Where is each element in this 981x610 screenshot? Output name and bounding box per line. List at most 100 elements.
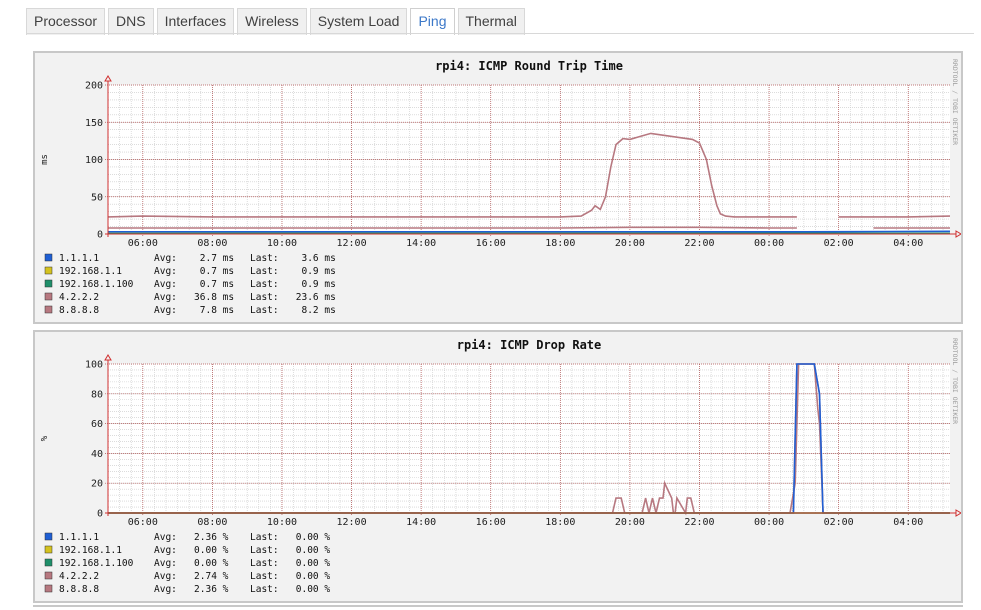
y-tick-label: 0: [97, 509, 103, 520]
rtt-graph: 06:00 08:00 10:00 12:00 14:00 16:00 18:00 20:00…: [33, 51, 963, 324]
plot-area: [108, 364, 950, 513]
x-tick-label: 04:00: [893, 238, 923, 249]
legend-avg: Avg: 2.7 ms: [154, 253, 234, 264]
x-tick-label: 10:00: [267, 517, 297, 528]
legend-last: Last: 0.00 %: [250, 545, 330, 556]
x-tick-label: 06:00: [128, 517, 158, 528]
legend-avg: Avg: 0.7 ms: [154, 279, 234, 290]
x-tick-label: 06:00: [128, 238, 158, 249]
legend-swatch: [44, 279, 53, 288]
rrdtool-watermark: RRDTOOL / TOBI OETIKER: [951, 59, 959, 145]
tab-wireless[interactable]: Wireless: [237, 8, 307, 35]
chart-title: rpi4: ICMP Round Trip Time: [435, 59, 623, 73]
legend-name: 192.168.1.100: [59, 279, 134, 290]
x-tick-label: 16:00: [476, 517, 506, 528]
tab-ping[interactable]: Ping: [410, 8, 455, 35]
x-tick-label: 18:00: [545, 517, 575, 528]
tab-dns[interactable]: DNS: [108, 8, 154, 35]
y-tick-label: 200: [85, 81, 103, 92]
legend-swatch: [44, 305, 53, 314]
legend-swatch: [44, 571, 53, 580]
legend-avg: Avg: 0.00 %: [154, 558, 229, 569]
legend-name: 1.1.1.1: [59, 532, 99, 543]
tab-processor[interactable]: Processor: [26, 8, 106, 35]
x-tick-label: 08:00: [197, 517, 227, 528]
legend-last: Last: 0.00 %: [250, 584, 330, 595]
legend-name: 192.168.1.100: [59, 558, 134, 569]
y-axis-label: %: [40, 435, 50, 441]
legend-last: Last: 0.9 ms: [250, 266, 336, 277]
legend-last: Last: 0.00 %: [250, 558, 330, 569]
legend-last: Last: 8.2 ms: [250, 305, 336, 316]
legend-name: 8.8.8.8: [59, 305, 99, 316]
x-tick-label: 22:00: [684, 517, 714, 528]
x-tick-label: 08:00: [197, 238, 227, 249]
legend-name: 4.2.2.2: [59, 571, 99, 582]
x-tick-label: 00:00: [754, 517, 784, 528]
legend-last: Last: 0.9 ms: [250, 279, 336, 290]
y-tick-label: 20: [91, 479, 103, 490]
legend-avg: Avg: 2.36 %: [154, 532, 229, 543]
y-tick-label: 50: [91, 192, 103, 203]
legend-avg: Avg: 0.00 %: [154, 545, 229, 556]
legend-last: Last: 23.6 ms: [250, 292, 336, 303]
legend-avg: Avg: 2.36 %: [154, 584, 229, 595]
legend-swatch: [44, 532, 53, 541]
x-tick-label: 22:00: [684, 238, 714, 249]
y-tick-label: 0: [97, 230, 103, 241]
legend-name: 192.168.1.1: [59, 266, 122, 277]
x-tick-label: 16:00: [476, 238, 506, 249]
y-axis-label: ms: [40, 154, 50, 165]
tab-system-load[interactable]: System Load: [309, 8, 408, 35]
legend-name: 8.8.8.8: [59, 584, 99, 595]
series-line-1-1-1-1: [108, 230, 951, 233]
x-tick-label: 10:00: [267, 238, 297, 249]
x-tick-label: 04:00: [893, 517, 923, 528]
legend-name: 192.168.1.1: [59, 545, 122, 556]
y-tick-label: 100: [85, 155, 103, 166]
legend-avg: Avg: 7.8 ms: [154, 305, 234, 316]
x-tick-label: 12:00: [336, 517, 366, 528]
tab-thermal[interactable]: Thermal: [457, 8, 525, 35]
x-tick-label: 02:00: [824, 238, 854, 249]
y-tick-label: 80: [91, 389, 103, 400]
x-tick-label: 14:00: [406, 238, 436, 249]
x-axis-arrow: [955, 230, 961, 238]
tab-bar: Processor DNS Interfaces Wireless System…: [26, 8, 525, 35]
x-axis-arrow: [955, 509, 961, 517]
y-axis-arrow: [104, 75, 112, 82]
next-graph-edge: [33, 605, 963, 607]
drop-rate-chart-svg: 06:00 08:00 10:00 12:00 14:00 16:00 18:00 20:00…: [40, 338, 961, 595]
x-tick-label: 00:00: [754, 238, 784, 249]
legend-last: Last: 3.6 ms: [250, 253, 336, 264]
chart-title: rpi4: ICMP Drop Rate: [457, 338, 602, 352]
x-tick-label: 20:00: [615, 238, 645, 249]
x-tick-label: 14:00: [406, 517, 436, 528]
drop-rate-graph: 06:00 08:00 10:00 12:00 14:00 16:00 18:00 20:00…: [33, 330, 963, 603]
legend-swatch: [44, 292, 53, 301]
legend-name: 4.2.2.2: [59, 292, 99, 303]
legend-last: Last: 0.00 %: [250, 532, 330, 543]
y-tick-label: 40: [91, 449, 103, 460]
rrdtool-watermark: RRDTOOL / TOBI OETIKER: [951, 338, 959, 424]
rtt-chart-svg: 06:00 08:00 10:00 12:00 14:00 16:00 18:00 20:00…: [40, 59, 961, 316]
y-tick-label: 60: [91, 419, 103, 430]
legend-name: 1.1.1.1: [59, 253, 99, 264]
legend-avg: Avg: 0.7 ms: [154, 266, 234, 277]
legend-swatch: [44, 545, 53, 554]
y-axis-arrow: [104, 354, 112, 361]
x-tick-label: 02:00: [824, 517, 854, 528]
tab-divider: [26, 33, 974, 34]
legend-avg: Avg: 36.8 ms: [154, 292, 234, 303]
legend-last: Last: 0.00 %: [250, 571, 330, 582]
legend-swatch: [44, 584, 53, 593]
y-tick-label: 150: [85, 118, 103, 129]
x-tick-label: 18:00: [545, 238, 575, 249]
legend-swatch: [44, 558, 53, 567]
legend-swatch: [44, 253, 53, 262]
legend-swatch: [44, 266, 53, 275]
y-tick-label: 100: [85, 360, 103, 371]
tab-interfaces[interactable]: Interfaces: [156, 8, 235, 35]
x-tick-label: 12:00: [336, 238, 366, 249]
x-tick-label: 20:00: [615, 517, 645, 528]
